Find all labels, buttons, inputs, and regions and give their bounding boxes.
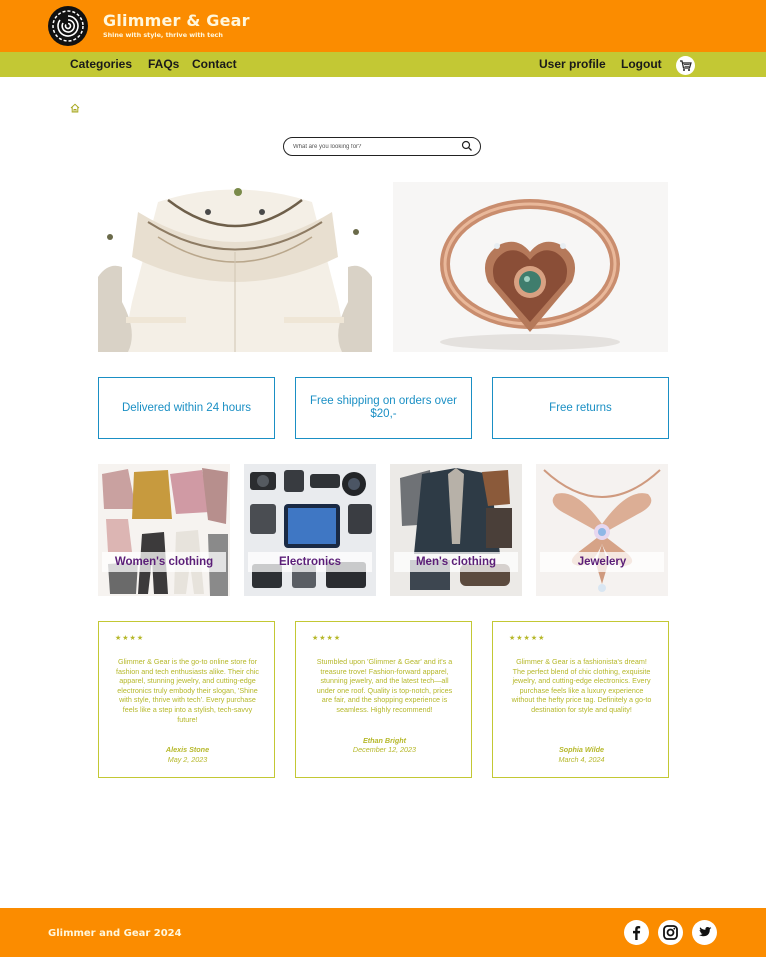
category-label: Men's clothing (394, 552, 518, 572)
jewelery-image (536, 464, 668, 596)
feature-shipping: Free shipping on orders over $20,- (295, 377, 472, 439)
site-header: Glimmer & Gear Shine with style, thrive … (0, 0, 766, 52)
feature-delivery: Delivered within 24 hours (98, 377, 275, 439)
nav-faqs[interactable]: FAQs (148, 57, 179, 71)
review-text: Stumbled upon 'Glimmer & Gear' and it's … (316, 657, 453, 714)
review-date: May 2, 2023 (167, 755, 208, 764)
cart-icon (680, 60, 692, 71)
category-mens-clothing[interactable]: Men's clothing (390, 464, 522, 596)
logo-icon (49, 7, 87, 45)
star-rating: ★★★★ (312, 634, 342, 642)
nav-contact[interactable]: Contact (192, 57, 237, 71)
search-bar (283, 137, 481, 156)
star-rating: ★★★★★ (509, 634, 546, 642)
hero-image-ring[interactable] (393, 182, 668, 352)
nav-logout[interactable]: Logout (621, 57, 662, 71)
category-label: Jewelery (540, 552, 664, 572)
brand-slogan: Shine with style, thrive with tech (103, 31, 223, 39)
cart-button[interactable] (676, 56, 695, 75)
category-label: Electronics (248, 552, 372, 572)
hero-image-blouse[interactable] (98, 182, 372, 352)
review-date: March 4, 2024 (558, 755, 605, 764)
mens-clothing-image (390, 464, 522, 596)
review-date: December 12, 2023 (352, 745, 417, 754)
category-label: Women's clothing (102, 552, 226, 572)
category-electronics[interactable]: Electronics (244, 464, 376, 596)
search-input[interactable] (293, 140, 453, 153)
breadcrumb-home[interactable] (69, 99, 81, 113)
brand-logo[interactable] (48, 6, 88, 46)
reviewer-name: Alexis Stone (165, 745, 210, 754)
main-nav: Categories FAQs Contact User profile Log… (0, 52, 766, 77)
review-text: Glimmer & Gear is a fashionista's dream!… (511, 657, 652, 714)
review-card: ★★★★★ Glimmer & Gear is a fashionista's … (492, 621, 669, 778)
home-icon (70, 103, 80, 113)
nav-user-profile[interactable]: User profile (539, 57, 606, 71)
brand-name: Glimmer & Gear (103, 11, 250, 30)
reviewer-name: Ethan Bright (362, 736, 407, 745)
footer-copyright: Glimmer and Gear 2024 (48, 928, 182, 939)
facebook-link[interactable] (624, 920, 649, 945)
blouse-image (98, 182, 372, 352)
review-text: Glimmer & Gear is the go-to online store… (116, 657, 259, 724)
twitter-icon (699, 927, 712, 937)
instagram-link[interactable] (658, 920, 683, 945)
instagram-icon (663, 925, 678, 940)
category-jewelery[interactable]: Jewelery (536, 464, 668, 596)
womens-clothing-image (98, 464, 230, 596)
site-footer: Glimmer and Gear 2024 (0, 908, 766, 957)
star-rating: ★★★★ (115, 634, 145, 642)
nav-categories[interactable]: Categories (70, 57, 132, 71)
review-card: ★★★★ Stumbled upon 'Glimmer & Gear' and … (295, 621, 472, 778)
category-womens-clothing[interactable]: Women's clothing (98, 464, 230, 596)
reviewer-name: Sophia Wilde (558, 745, 605, 754)
electronics-image (244, 464, 376, 596)
review-card: ★★★★ Glimmer & Gear is the go-to online … (98, 621, 275, 778)
search-icon[interactable] (461, 140, 473, 152)
twitter-link[interactable] (692, 920, 717, 945)
facebook-icon (633, 926, 641, 940)
ring-image (393, 182, 668, 352)
feature-returns: Free returns (492, 377, 669, 439)
